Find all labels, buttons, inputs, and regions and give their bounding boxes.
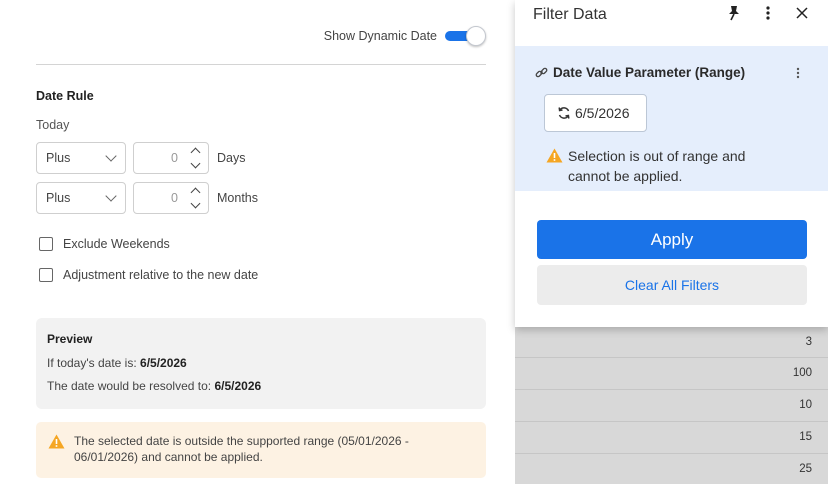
grid-row: 10 — [515, 389, 828, 420]
parameter-warning-line-1: Selection is out of range and — [568, 148, 746, 164]
pin-icon[interactable] — [726, 4, 742, 22]
parameter-title-text: Date Value Parameter (Range) — [553, 65, 746, 80]
grid-cell: 100 — [792, 367, 812, 379]
days-amount-input[interactable]: 0 — [133, 142, 209, 174]
exclude-weekends-checkbox[interactable] — [39, 237, 53, 251]
parameter-warning-line-2: cannot be applied. — [568, 168, 683, 184]
months-amount-value: 0 — [171, 191, 178, 205]
grid-row: 100 — [515, 357, 828, 388]
preview-today-value: 6/5/2026 — [140, 356, 187, 370]
months-rule-row: Plus 0 Months — [36, 182, 258, 214]
preview-resolved-value: 6/5/2026 — [214, 379, 262, 393]
apply-button[interactable]: Apply — [537, 220, 807, 259]
show-dynamic-date-toggle[interactable] — [445, 26, 486, 46]
preview-today-prefix: If today's date is: — [47, 356, 137, 370]
out-of-range-warning: The selected date is outside the support… — [36, 422, 486, 478]
grid-cell: 3 — [805, 336, 812, 348]
exclude-weekends-option[interactable]: Exclude Weekends — [39, 237, 170, 251]
adjustment-relative-label: Adjustment relative to the new date — [63, 268, 259, 282]
parameter-warning: Selection is out of range and cannot be … — [546, 146, 745, 186]
months-operator-select[interactable]: Plus — [36, 182, 126, 214]
chevron-down-icon[interactable] — [190, 158, 201, 169]
adjustment-relative-checkbox[interactable] — [39, 268, 53, 282]
dynamic-date-editor: Show Dynamic Date Date Rule Today Plus 0… — [0, 0, 515, 484]
refresh-icon — [558, 107, 570, 119]
link-icon — [535, 67, 548, 78]
parameter-date-text: 6/5/2026 — [575, 105, 630, 121]
days-amount-value: 0 — [171, 151, 178, 165]
preview-title: Preview — [47, 332, 93, 346]
chevron-down-icon — [105, 189, 117, 202]
months-unit-label: Months — [217, 191, 258, 205]
show-dynamic-date-label: Show Dynamic Date — [323, 29, 437, 43]
parameter-date-value[interactable]: 6/5/2026 — [544, 94, 647, 132]
parameter-warning-text: Selection is out of range and cannot be … — [568, 146, 745, 186]
grid-row: 3 — [515, 326, 828, 357]
show-dynamic-date-row: Show Dynamic Date — [324, 26, 486, 46]
grid-cell: 10 — [799, 399, 812, 411]
more-vertical-icon[interactable] — [760, 4, 776, 22]
date-rule-title: Date Rule — [36, 89, 94, 103]
parameter-title: Date Value Parameter (Range) — [535, 65, 745, 80]
warning-icon — [546, 148, 563, 163]
divider — [36, 64, 486, 65]
close-icon[interactable] — [794, 4, 810, 22]
date-rule-base: Today — [36, 118, 70, 132]
exclude-weekends-label: Exclude Weekends — [63, 237, 170, 251]
chevron-up-icon[interactable] — [190, 187, 201, 198]
grid-row: 15 — [515, 421, 828, 452]
filter-panel-actions — [726, 4, 810, 22]
chevron-down-icon[interactable] — [190, 198, 201, 209]
days-operator-value: Plus — [46, 151, 71, 165]
days-unit-label: Days — [217, 151, 246, 165]
warning-text: The selected date is outside the support… — [74, 433, 409, 467]
filter-data-panel: Filter Data Date Value Parameter (Range) — [515, 0, 828, 327]
preview-resolved-line: The date would be resolved to: 6/5/2026 — [47, 379, 475, 393]
warning-line-1: The selected date is outside the support… — [74, 434, 409, 448]
filter-panel-title: Filter Data — [533, 6, 607, 23]
date-parameter-card: Date Value Parameter (Range) 6/5/2026 Se… — [515, 46, 828, 191]
grid-cell: 25 — [799, 463, 812, 475]
days-rule-row: Plus 0 Days — [36, 142, 245, 174]
months-operator-value: Plus — [46, 191, 71, 205]
warning-line-2: 06/01/2026) and cannot be applied. — [74, 450, 263, 464]
days-operator-select[interactable]: Plus — [36, 142, 126, 174]
chevron-down-icon — [105, 149, 117, 162]
clear-all-filters-button[interactable]: Clear All Filters — [537, 265, 807, 305]
preview-today-line: If today's date is: 6/5/2026 — [47, 356, 475, 370]
adjustment-relative-option[interactable]: Adjustment relative to the new date — [39, 268, 258, 282]
parameter-more-icon[interactable] — [796, 67, 800, 79]
toggle-knob — [466, 26, 486, 46]
preview-resolved-prefix: The date would be resolved to: — [47, 379, 212, 393]
months-amount-stepper[interactable] — [189, 186, 203, 210]
grid-cell: 15 — [799, 431, 812, 443]
warning-icon — [48, 434, 65, 449]
grid-row: 25 — [515, 453, 828, 484]
chevron-up-icon[interactable] — [190, 147, 201, 158]
preview-panel: Preview If today's date is: 6/5/2026 The… — [36, 318, 486, 409]
days-amount-stepper[interactable] — [189, 146, 203, 170]
months-amount-input[interactable]: 0 — [133, 182, 209, 214]
